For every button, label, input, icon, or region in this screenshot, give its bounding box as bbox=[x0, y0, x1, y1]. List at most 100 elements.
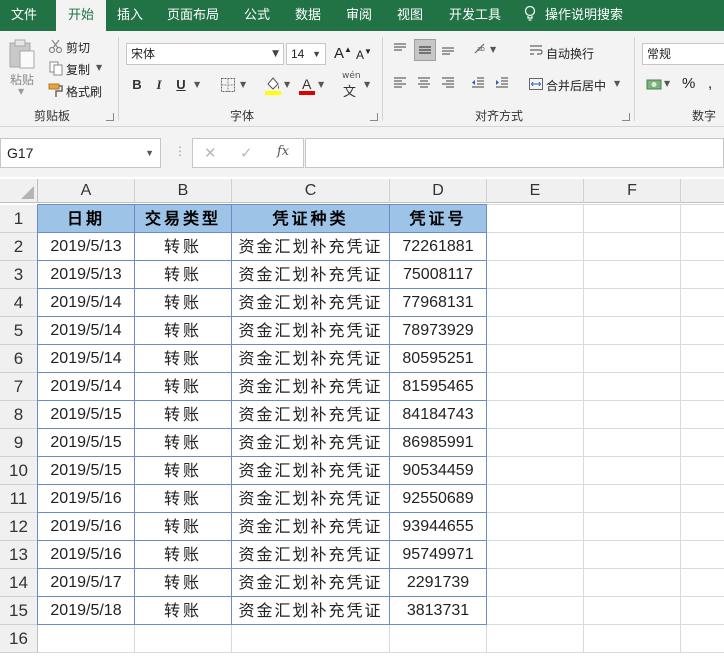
voucher-number-cell[interactable]: 86985991 bbox=[390, 429, 486, 456]
copy-icon[interactable] bbox=[48, 60, 64, 76]
decrease-indent-icon[interactable] bbox=[470, 75, 486, 91]
chevron-down-icon[interactable]: ▼ bbox=[272, 44, 279, 64]
row-header[interactable]: 10 bbox=[0, 457, 38, 485]
phonetic-guide-button[interactable]: 文 bbox=[343, 81, 356, 100]
voucher-type-cell[interactable]: 资金汇划补充凭证 bbox=[232, 289, 389, 316]
table-header-cell[interactable]: 凭证号 bbox=[390, 205, 486, 232]
voucher-type-cell[interactable]: 资金汇划补充凭证 bbox=[232, 233, 389, 260]
transaction-type-cell[interactable]: 转账 bbox=[135, 429, 231, 456]
chevron-down-icon[interactable]: ▼ bbox=[312, 44, 321, 64]
align-middle-button[interactable] bbox=[414, 39, 436, 61]
percent-style-button[interactable]: % bbox=[682, 75, 695, 92]
transaction-type-cell[interactable]: 转账 bbox=[135, 373, 231, 400]
transaction-type-cell[interactable]: 转账 bbox=[135, 233, 231, 260]
merge-center-icon[interactable] bbox=[528, 76, 544, 92]
voucher-type-cell[interactable]: 资金汇划补充凭证 bbox=[232, 485, 389, 512]
italic-button[interactable]: I bbox=[150, 74, 168, 96]
fill-color-dropdown-icon[interactable]: ▼ bbox=[284, 80, 290, 89]
transaction-type-cell[interactable]: 转账 bbox=[135, 597, 231, 624]
row-header[interactable]: 6 bbox=[0, 345, 38, 373]
date-cell[interactable]: 2019/5/14 bbox=[38, 317, 134, 344]
align-center-icon[interactable] bbox=[416, 75, 432, 91]
format-painter-icon[interactable] bbox=[48, 82, 64, 98]
underline-button[interactable]: U bbox=[172, 74, 190, 96]
number-format-combo[interactable]: 常规 bbox=[642, 43, 724, 65]
accounting-dropdown-icon[interactable]: ▼ bbox=[664, 79, 670, 88]
date-cell[interactable]: 2019/5/15 bbox=[38, 401, 134, 428]
column-header-d[interactable]: D bbox=[390, 179, 487, 203]
voucher-number-cell[interactable]: 75008117 bbox=[390, 261, 486, 288]
date-cell[interactable]: 2019/5/16 bbox=[38, 485, 134, 512]
tab-view[interactable]: 视图 bbox=[389, 0, 431, 31]
font-color-icon[interactable]: A bbox=[298, 75, 316, 95]
row-header[interactable]: 4 bbox=[0, 289, 38, 317]
transaction-type-cell[interactable]: 转账 bbox=[135, 317, 231, 344]
align-bottom-icon[interactable] bbox=[440, 41, 456, 57]
date-cell[interactable]: 2019/5/15 bbox=[38, 429, 134, 456]
voucher-type-cell[interactable]: 资金汇划补充凭证 bbox=[232, 569, 389, 596]
table-header-cell[interactable]: 凭证种类 bbox=[232, 205, 389, 232]
tell-me-search[interactable]: 操作说明搜索 bbox=[545, 0, 635, 31]
voucher-number-cell[interactable]: 3813731 bbox=[390, 597, 486, 624]
column-header-a[interactable]: A bbox=[38, 179, 135, 203]
shrink-font-button[interactable]: A▼ bbox=[356, 47, 372, 62]
voucher-type-cell[interactable]: 资金汇划补充凭证 bbox=[232, 513, 389, 540]
borders-icon[interactable] bbox=[220, 77, 236, 93]
insert-function-icon[interactable]: fx bbox=[277, 144, 289, 159]
tab-home[interactable]: 开始 bbox=[56, 0, 106, 32]
row-header[interactable]: 2 bbox=[0, 233, 38, 261]
row-header[interactable]: 9 bbox=[0, 429, 38, 457]
voucher-number-cell[interactable]: 2291739 bbox=[390, 569, 486, 596]
transaction-type-cell[interactable]: 转账 bbox=[135, 345, 231, 372]
row-header[interactable]: 14 bbox=[0, 569, 38, 597]
tab-data[interactable]: 数据 bbox=[287, 0, 329, 31]
date-cell[interactable]: 2019/5/14 bbox=[38, 373, 134, 400]
column-header-f[interactable]: F bbox=[584, 179, 681, 203]
voucher-number-cell[interactable]: 81595465 bbox=[390, 373, 486, 400]
voucher-type-cell[interactable]: 资金汇划补充凭证 bbox=[232, 373, 389, 400]
table-header-cell[interactable]: 交易类型 bbox=[135, 205, 231, 232]
enter-icon[interactable]: ✓ bbox=[240, 144, 253, 162]
row-header[interactable]: 5 bbox=[0, 317, 38, 345]
font-name-combo[interactable]: 宋体 ▼ bbox=[126, 43, 284, 65]
voucher-number-cell[interactable]: 80595251 bbox=[390, 345, 486, 372]
drag-handle-icon[interactable]: ⋮ bbox=[174, 144, 186, 158]
tab-formulas[interactable]: 公式 bbox=[236, 0, 278, 31]
voucher-type-cell[interactable]: 资金汇划补充凭证 bbox=[232, 597, 389, 624]
borders-dropdown-icon[interactable]: ▼ bbox=[240, 80, 246, 89]
row-header[interactable]: 7 bbox=[0, 373, 38, 401]
date-cell[interactable]: 2019/5/16 bbox=[38, 513, 134, 540]
row-header[interactable]: 3 bbox=[0, 261, 38, 289]
column-header-g[interactable] bbox=[681, 179, 724, 203]
transaction-type-cell[interactable]: 转账 bbox=[135, 569, 231, 596]
voucher-number-cell[interactable]: 78973929 bbox=[390, 317, 486, 344]
copy-button[interactable]: 复制 bbox=[66, 61, 90, 78]
date-cell[interactable]: 2019/5/18 bbox=[38, 597, 134, 624]
phonetic-dropdown-icon[interactable]: ▼ bbox=[364, 80, 370, 89]
voucher-number-cell[interactable]: 84184743 bbox=[390, 401, 486, 428]
orientation-dropdown-icon[interactable]: ▼ bbox=[490, 45, 496, 54]
underline-dropdown-icon[interactable]: ▼ bbox=[194, 80, 200, 89]
voucher-type-cell[interactable]: 资金汇划补充凭证 bbox=[232, 541, 389, 568]
orientation-icon[interactable]: ab bbox=[472, 41, 488, 57]
grow-font-button[interactable]: A▲ bbox=[334, 45, 352, 62]
align-right-icon[interactable] bbox=[440, 75, 456, 91]
bold-button[interactable]: B bbox=[128, 74, 146, 96]
transaction-type-cell[interactable]: 转账 bbox=[135, 485, 231, 512]
comma-style-icon[interactable]: , bbox=[708, 75, 712, 92]
voucher-type-cell[interactable]: 资金汇划补充凭证 bbox=[232, 317, 389, 344]
tab-insert[interactable]: 插入 bbox=[110, 0, 150, 31]
paste-dropdown-icon[interactable]: ▼ bbox=[18, 87, 24, 96]
row-header[interactable]: 13 bbox=[0, 541, 38, 569]
row-header[interactable]: 1 bbox=[0, 205, 38, 233]
formula-input[interactable] bbox=[305, 138, 724, 168]
column-header-e[interactable]: E bbox=[487, 179, 584, 203]
font-color-dropdown-icon[interactable]: ▼ bbox=[318, 80, 324, 89]
tab-page-layout[interactable]: 页面布局 bbox=[160, 0, 226, 31]
alignment-launcher-icon[interactable] bbox=[622, 113, 630, 121]
merge-dropdown-icon[interactable]: ▼ bbox=[614, 79, 620, 88]
align-top-icon[interactable] bbox=[392, 41, 408, 57]
font-size-combo[interactable]: 14 ▼ bbox=[286, 43, 326, 65]
align-left-icon[interactable] bbox=[392, 75, 408, 91]
voucher-number-cell[interactable]: 77968131 bbox=[390, 289, 486, 316]
